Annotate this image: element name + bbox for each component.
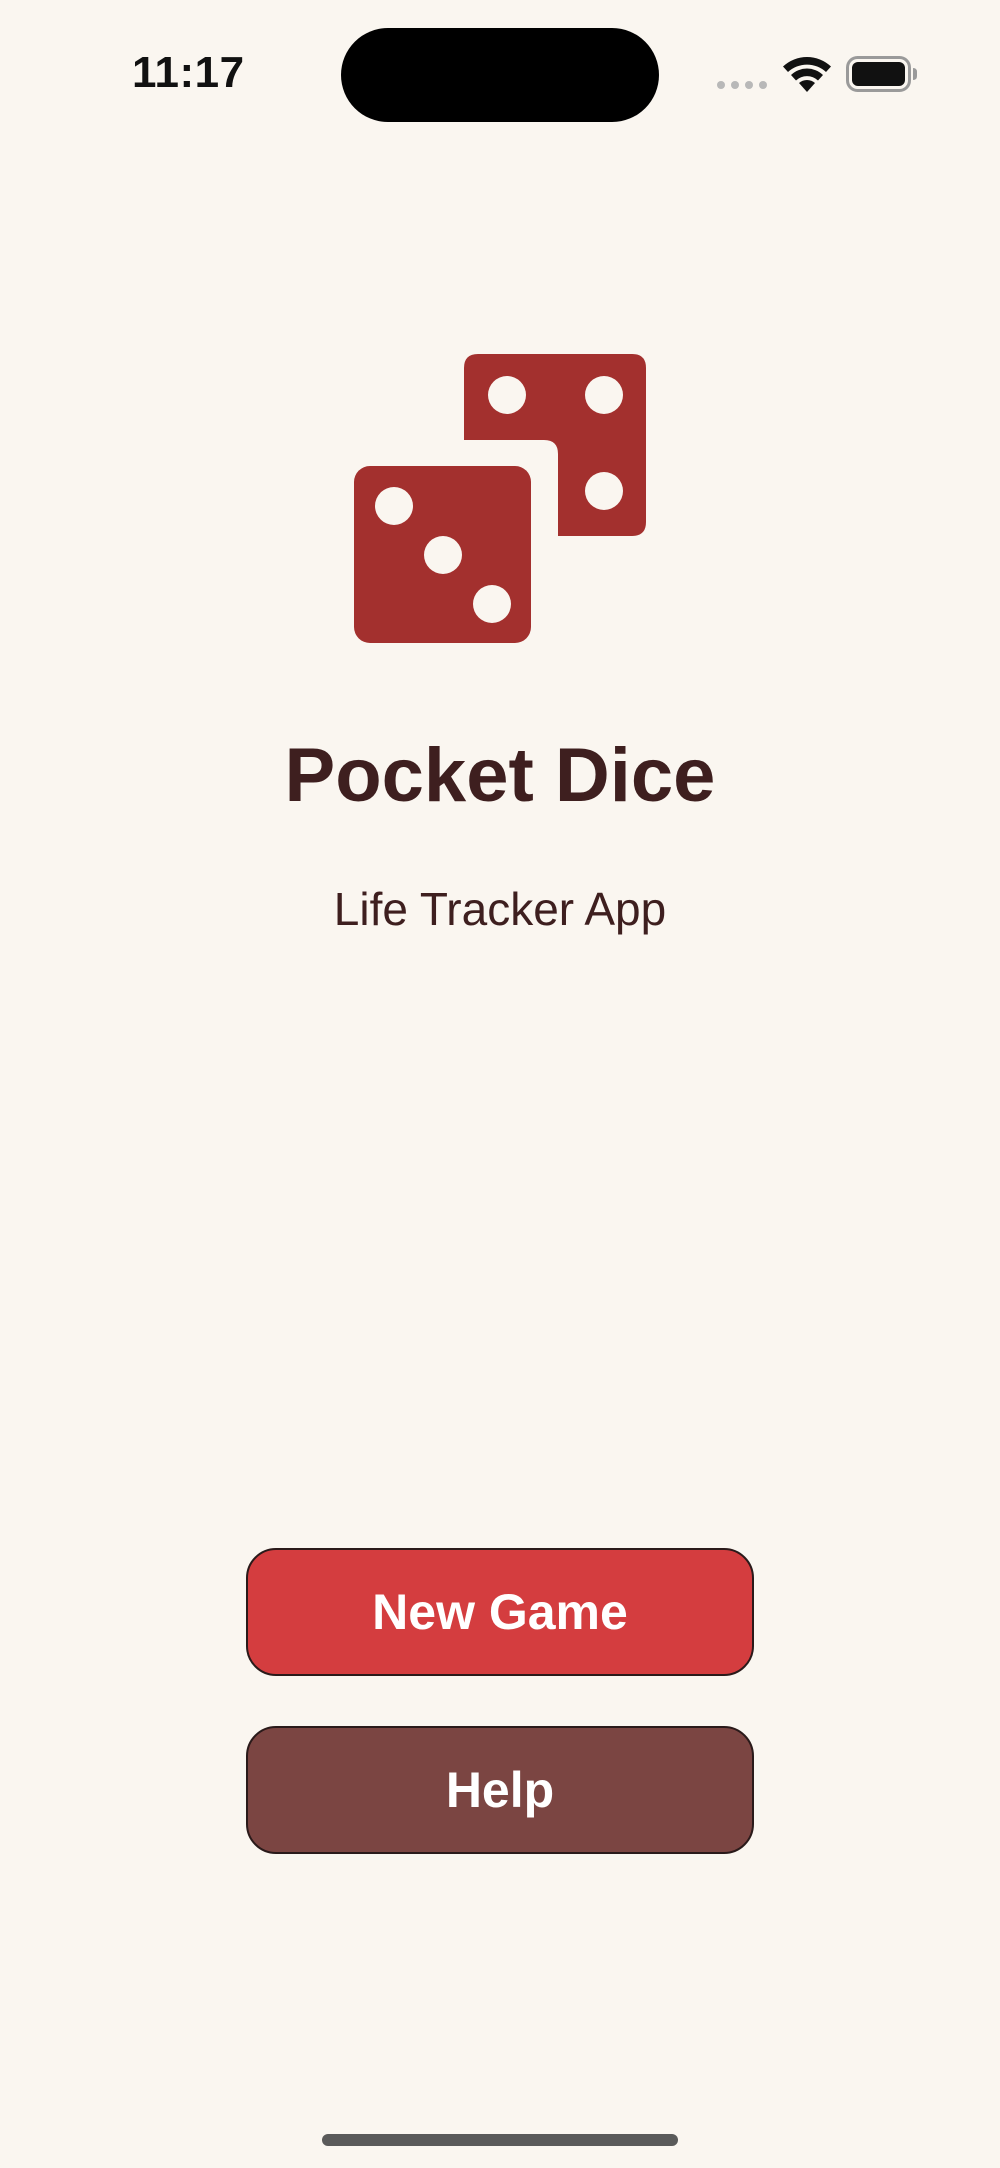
status-time: 11:17 [132,48,245,97]
app-title: Pocket Dice [284,733,716,818]
dice-icon [354,354,646,643]
wifi-icon [783,56,831,92]
dynamic-island [341,28,659,122]
signal-dots-icon [717,81,767,89]
home-indicator[interactable] [322,2134,678,2146]
new-game-button[interactable]: New Game [246,1548,754,1676]
app-subtitle: Life Tracker App [333,883,667,935]
home-screen: 11:17 Pocket Dice Life Tracker App New G… [0,0,1000,2168]
help-button[interactable]: Help [246,1726,754,1854]
battery-icon [846,56,917,92]
